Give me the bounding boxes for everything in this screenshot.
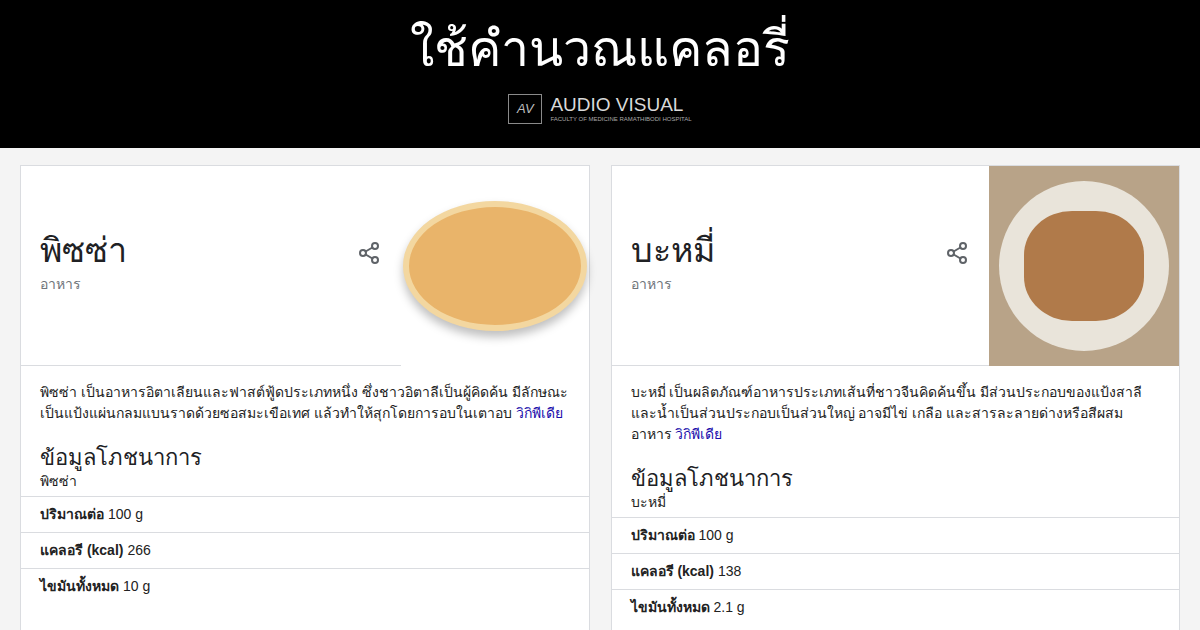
card-header: บะหมี่อาหาร <box>612 166 1180 366</box>
nutrition-subject: พิซซ่า <box>21 472 589 496</box>
source-link[interactable]: วิกิพีเดีย <box>675 426 722 442</box>
food-photo <box>401 166 589 366</box>
nutrition-row: ปริมาณต่อ100 g <box>612 517 1180 553</box>
logo-subtitle: FACULTY OF MEDICINE RAMATHIBODI HOSPITAL <box>550 115 691 123</box>
logo-mark-icon: AV <box>508 94 542 124</box>
nutrition-row: แคลอรี (kcal)138 <box>612 553 1180 589</box>
nutrition-row: แคลอรี (kcal)266 <box>21 532 589 568</box>
food-category: อาหาร <box>40 274 357 295</box>
food-title: พิซซ่า <box>40 228 357 272</box>
food-photo <box>989 166 1179 366</box>
nutrition-row: ไขมันทั้งหมด2.1 g <box>612 589 1180 625</box>
card-header: พิซซ่าอาหาร <box>21 166 589 366</box>
food-card: พิซซ่าอาหารพิซซ่า เป็นอาหารอิตาเลียนและฟ… <box>20 165 590 630</box>
nutrition-subject: บะหมี่ <box>612 493 1180 517</box>
source-link[interactable]: วิกิพีเดีย <box>516 405 563 421</box>
page-title: ใช้คำนวณแคลอรี่ <box>410 18 790 80</box>
nutrition-row: ปริมาณต่อ100 g <box>21 496 589 532</box>
food-description: บะหมี่ เป็นผลิตภัณฑ์อาหารประเภทเส้นที่ชา… <box>612 366 1180 445</box>
nutrition-heading: ข้อมูลโภชนาการ <box>21 424 589 472</box>
share-icon[interactable] <box>357 241 381 265</box>
cards-area: พิซซ่าอาหารพิซซ่า เป็นอาหารอิตาเลียนและฟ… <box>0 148 1200 630</box>
food-card: บะหมี่อาหารบะหมี่ เป็นผลิตภัณฑ์อาหารประเ… <box>611 165 1181 630</box>
share-icon[interactable] <box>945 241 969 265</box>
header-bar: ใช้คำนวณแคลอรี่ AV AUDIO VISUALFACULTY OF … <box>0 0 1200 148</box>
food-title: บะหมี่ <box>631 228 946 272</box>
nutrition-heading: ข้อมูลโภชนาการ <box>612 445 1180 493</box>
food-description: พิซซ่า เป็นอาหารอิตาเลียนและฟาสต์ฟู้ดประ… <box>21 366 589 424</box>
nutrition-row: ไขมันทั้งหมด10 g <box>21 568 589 604</box>
logo-name: AUDIO VISUAL <box>550 95 691 115</box>
page: ใช้คำนวณแคลอรี่ AV AUDIO VISUALFACULTY OF … <box>0 0 1200 630</box>
food-category: อาหาร <box>631 274 946 295</box>
logo: AV AUDIO VISUALFACULTY OF MEDICINE RAMATH… <box>508 94 691 124</box>
